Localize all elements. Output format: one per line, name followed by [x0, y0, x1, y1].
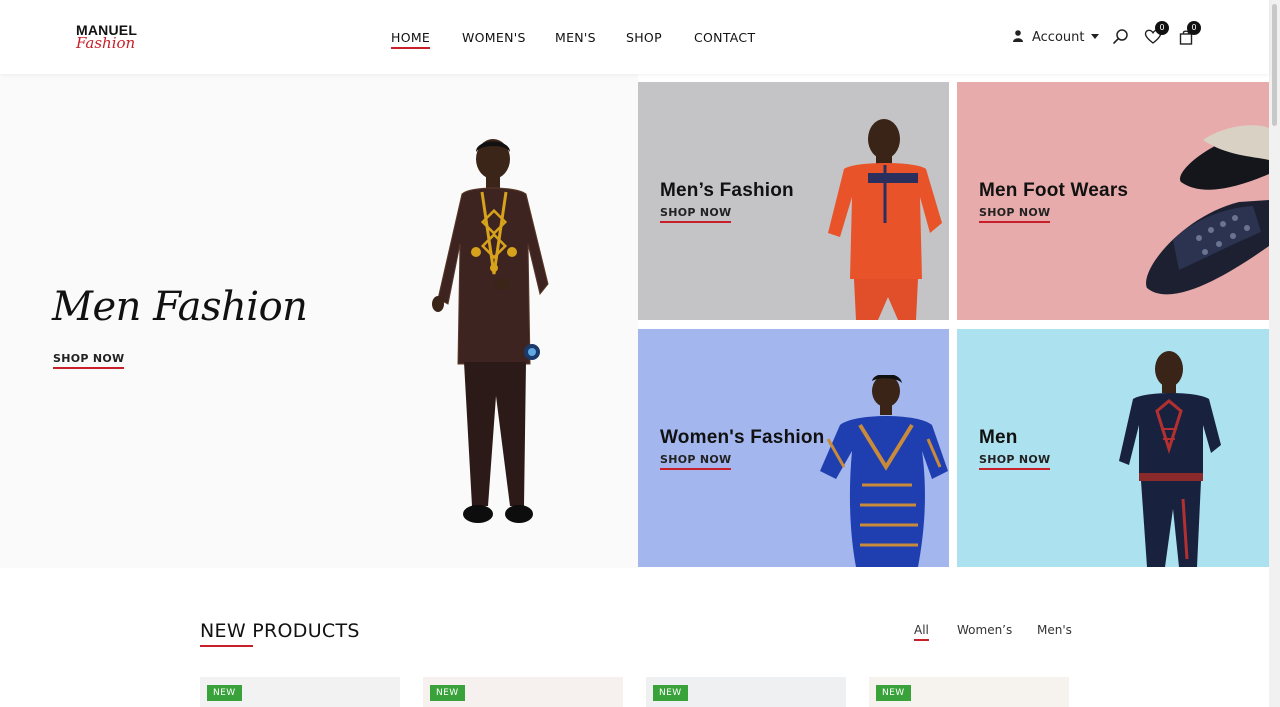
wishlist-count-badge: 0	[1155, 21, 1169, 35]
tile-shop-now-link[interactable]: SHOP NOW	[660, 453, 732, 470]
tile-title: Women's Fashion	[660, 427, 825, 448]
nav-womens[interactable]: WOMEN'S	[462, 30, 526, 45]
product-card[interactable]: NEW	[423, 677, 623, 707]
hero-title: Men Fashion	[52, 284, 308, 330]
page-scrollbar[interactable]	[1269, 0, 1280, 707]
product-card[interactable]: NEW	[869, 677, 1069, 707]
nav-home[interactable]: HOME	[391, 30, 431, 49]
user-icon	[1013, 30, 1023, 42]
tile-title: Men’s Fashion	[660, 180, 794, 201]
category-tile-men-foot-wears[interactable]: Men Foot Wears SHOP NOW	[957, 82, 1269, 320]
tile-shop-now-link[interactable]: SHOP NOW	[979, 206, 1051, 223]
category-tile-men[interactable]: Men SHOP NOW	[957, 329, 1269, 567]
hero-shop-now-link[interactable]: SHOP NOW	[53, 352, 125, 369]
footwear-image	[1146, 125, 1269, 295]
nav-shop[interactable]: SHOP	[626, 30, 662, 45]
filter-womens[interactable]: Women’s	[957, 623, 1012, 637]
new-badge: NEW	[207, 685, 242, 701]
cart-count-badge: 0	[1187, 21, 1201, 35]
filter-mens[interactable]: Men's	[1037, 623, 1072, 637]
new-badge: NEW	[876, 685, 911, 701]
logo-script: Fashion	[76, 34, 136, 52]
hero-model-image	[432, 139, 549, 523]
category-tile-mens-fashion[interactable]: Men’s Fashion SHOP NOW	[638, 82, 949, 320]
new-badge: NEW	[430, 685, 465, 701]
product-card[interactable]: NEW	[646, 677, 846, 707]
hero-banner: Men Fashion SHOP NOW	[0, 74, 638, 568]
tile-shop-now-link[interactable]: SHOP NOW	[979, 453, 1051, 470]
new-products-title: NEW PRODUCTS	[200, 620, 360, 647]
mens-fashion-model-image	[828, 119, 942, 320]
tile-shop-now-link[interactable]: SHOP NOW	[660, 206, 732, 223]
tile-title: Men Foot Wears	[979, 180, 1129, 201]
site-logo[interactable]: MANUEL Fashion	[76, 22, 146, 54]
search-icon[interactable]	[1112, 28, 1130, 46]
scrollbar-thumb[interactable]	[1272, 4, 1277, 126]
site-header: MANUEL Fashion HOME WOMEN'S MEN'S SHOP C…	[0, 0, 1269, 74]
account-label: Account	[1032, 30, 1085, 45]
men-model-image	[1119, 351, 1221, 567]
nav-mens[interactable]: MEN'S	[555, 30, 596, 45]
chevron-down-icon	[1090, 34, 1099, 39]
account-menu[interactable]: Account	[1013, 30, 1099, 45]
category-tile-womens-fashion[interactable]: Women's Fashion SHOP NOW	[638, 329, 949, 567]
product-card[interactable]: NEW	[200, 677, 400, 707]
tile-title: Men	[979, 427, 1018, 448]
womens-fashion-model-image	[820, 375, 948, 567]
filter-all[interactable]: All	[914, 623, 929, 641]
nav-contact[interactable]: CONTACT	[694, 30, 755, 45]
new-badge: NEW	[653, 685, 688, 701]
